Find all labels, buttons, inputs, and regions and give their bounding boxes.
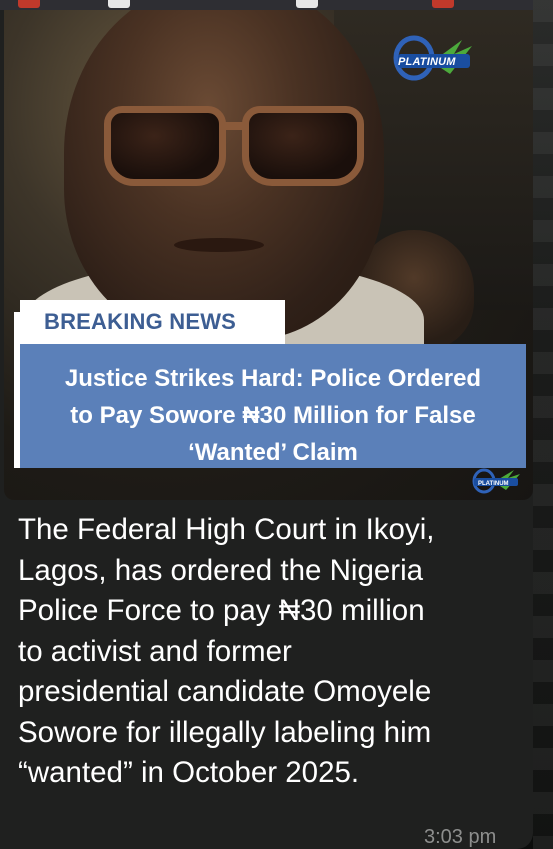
banner-accent [14,312,20,468]
sunglasses [104,106,364,186]
caption-line: presidential candidate Omoyele [18,675,432,708]
message-bubble[interactable]: PLATINUM BREAKING NEWS Justice Strikes H… [0,0,533,849]
forwarded-header [0,0,533,10]
caption-line: Sowore for illegally labeling him [18,715,432,749]
background-strip [533,0,553,849]
headline-line: ‘Wanted’ Claim [188,439,358,466]
headline: Justice Strikes Hard: Police Ordered to … [24,360,522,471]
caption-line: Police Force to pay ₦30 million [18,594,425,627]
mini-logo-text: PLATINUM [478,481,509,487]
caption-line: to activist and former [18,634,292,668]
message-caption[interactable]: The Federal High Court in Ikoyi, Lagos, … [18,510,528,794]
headline-line: to Pay Sowore ₦30 Million for False [70,402,476,429]
caption-line: Lagos, has ordered the Nigeria [18,553,424,587]
platinum-tv-mini-logo-icon: PLATINUM [472,468,520,494]
message-timestamp: 3:03 pm [424,826,497,848]
breaking-label: BREAKING NEWS [44,309,237,334]
caption-line: The Federal High Court in Ikoyi, [18,513,435,546]
caption-line: “wanted” in October 2025. [18,756,360,789]
headline-line: Justice Strikes Hard: Police Ordered [64,365,482,392]
logo-text: PLATINUM [398,56,456,68]
mouth [174,238,264,252]
